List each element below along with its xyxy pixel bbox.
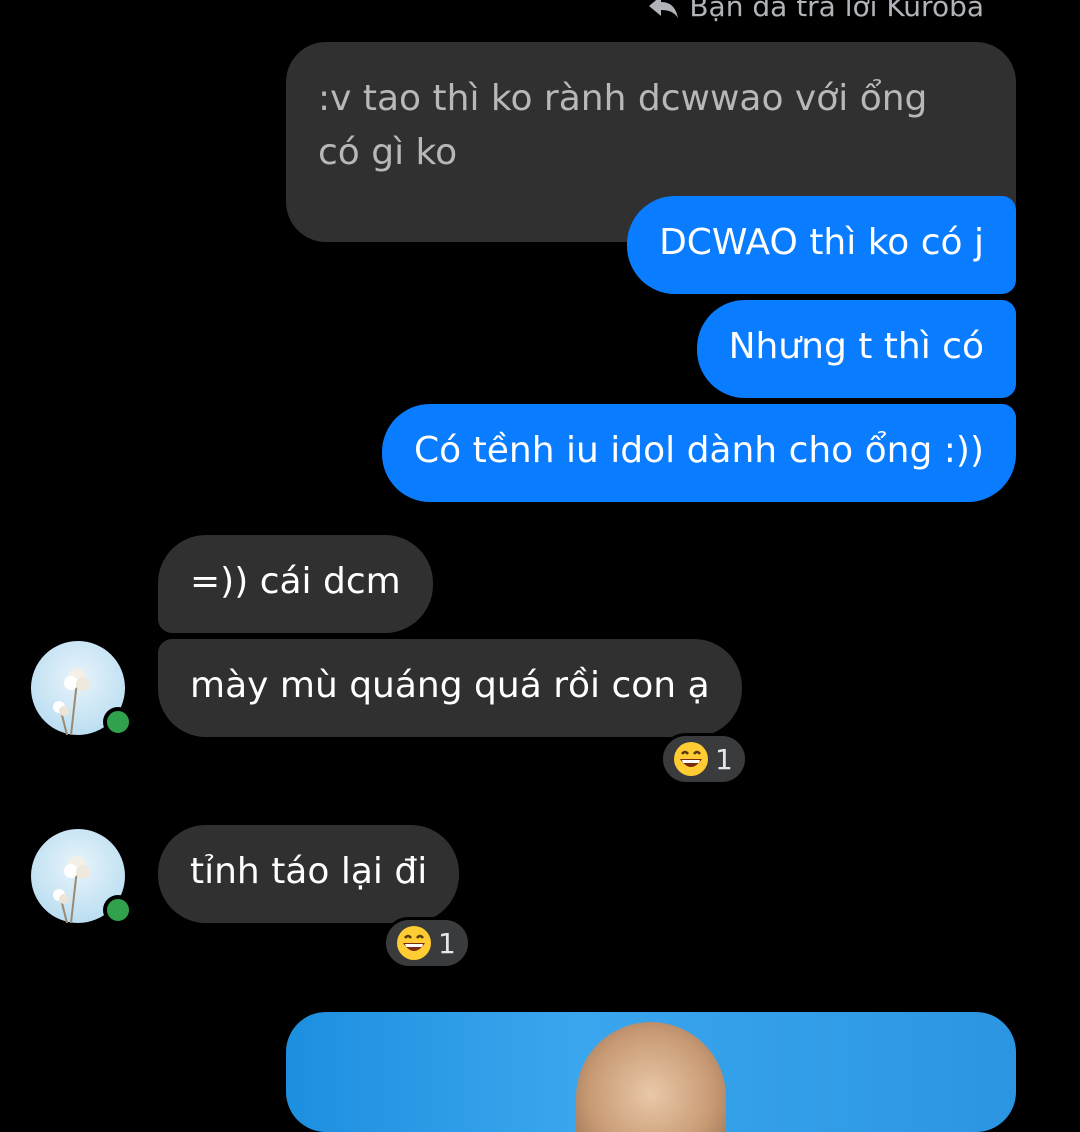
grinning-face-icon <box>674 742 708 776</box>
photo-subject <box>576 1022 726 1132</box>
reaction-badge[interactable]: 1 <box>383 917 471 969</box>
online-status-indicator <box>103 895 133 925</box>
reply-context-text: Bạn đã trả lời Kuroba <box>689 0 984 23</box>
incoming-message[interactable]: tỉnh táo lại đi <box>158 825 460 923</box>
message-text: Nhưng t thì có <box>728 326 984 367</box>
message-text: mày mù quáng quá rồi con ạ <box>190 665 710 706</box>
incoming-message[interactable]: mày mù quáng quá rồi con ạ <box>158 639 742 737</box>
message-text: =)) cái dcm <box>190 561 401 602</box>
outgoing-message[interactable]: Nhưng t thì có <box>696 300 1016 398</box>
image-message[interactable] <box>286 1012 1016 1132</box>
outgoing-message[interactable]: Có tềnh iu idol dành cho ổng :)) <box>382 404 1016 502</box>
grinning-face-icon <box>397 926 431 960</box>
reply-context: Bạn đã trả lời Kuroba <box>647 0 984 23</box>
reaction-badge[interactable]: 1 <box>660 733 748 785</box>
avatar[interactable] <box>31 641 133 737</box>
reaction-count: 1 <box>438 926 456 960</box>
message-text: DCWAO thì ko có j <box>659 222 984 263</box>
incoming-message[interactable]: =)) cái dcm <box>158 535 433 633</box>
online-status-indicator <box>103 707 133 737</box>
reaction-count: 1 <box>715 742 733 776</box>
quoted-message-text: :v tao thì ko rành dcwwao với ổng có gì … <box>318 78 928 173</box>
reply-arrow-icon <box>647 0 679 20</box>
avatar[interactable] <box>31 829 133 925</box>
message-text: tỉnh táo lại đi <box>190 851 428 892</box>
message-text: Có tềnh iu idol dành cho ổng :)) <box>414 430 984 471</box>
outgoing-message[interactable]: DCWAO thì ko có j <box>627 196 1016 294</box>
